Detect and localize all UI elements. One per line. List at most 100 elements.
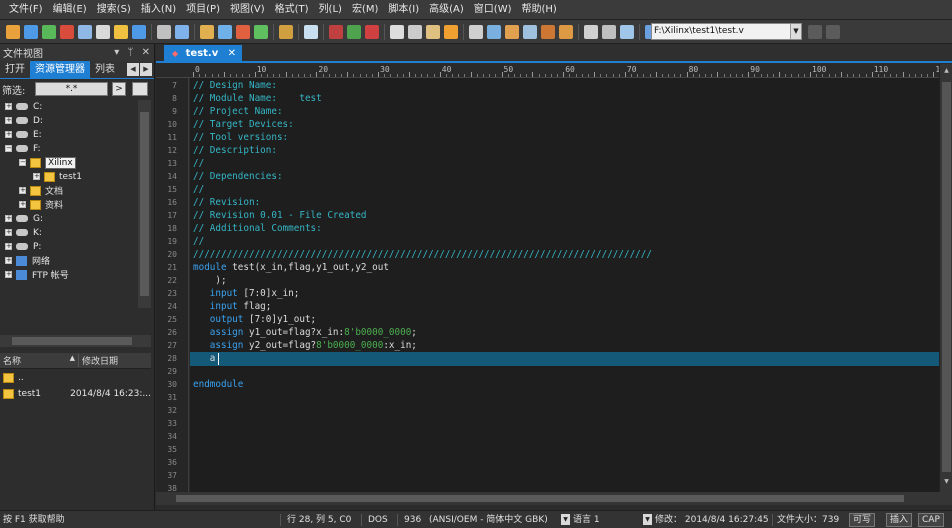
- scroll-up-icon[interactable]: ▲: [942, 67, 951, 76]
- expand-icon[interactable]: +: [19, 187, 26, 194]
- tree-item[interactable]: − Xilinx: [19, 156, 76, 169]
- toolbar-button-icon[interactable]: [157, 24, 171, 39]
- list-item[interactable]: ..: [0, 371, 151, 385]
- toolbar-button-icon[interactable]: [390, 24, 404, 39]
- collapse-icon[interactable]: −: [19, 159, 26, 166]
- toolbar-button-icon[interactable]: [444, 24, 458, 39]
- tree-item[interactable]: + G:: [5, 212, 43, 225]
- tree-vertical-scrollbar[interactable]: [138, 100, 151, 308]
- tab-test-v[interactable]: ◆ test.v ✕: [164, 45, 242, 63]
- toolbar-button-icon[interactable]: [200, 24, 214, 39]
- expand-icon[interactable]: +: [5, 131, 12, 138]
- toolbar-button-icon[interactable]: [6, 24, 20, 39]
- panel-menu-icon[interactable]: ▾: [114, 47, 119, 58]
- expand-icon[interactable]: +: [5, 215, 12, 222]
- menu-item-7[interactable]: 列(L): [314, 0, 347, 20]
- expand-icon[interactable]: +: [5, 229, 12, 236]
- toolbar-button-icon[interactable]: [329, 24, 343, 39]
- tab-open[interactable]: 打开: [0, 61, 30, 78]
- menu-item-9[interactable]: 脚本(I): [383, 0, 424, 20]
- tab-list[interactable]: 列表: [90, 61, 120, 78]
- toolbar-button-icon[interactable]: [365, 24, 379, 39]
- toolbar-button-icon[interactable]: [279, 24, 293, 39]
- toolbar-button-icon[interactable]: [132, 24, 146, 39]
- close-icon[interactable]: ✕: [228, 45, 236, 62]
- menu-item-8[interactable]: 宏(M): [347, 0, 383, 20]
- file-path-combo[interactable]: F:\Xilinx\test1\test.v ▼: [651, 23, 802, 40]
- menu-item-5[interactable]: 视图(V): [225, 0, 270, 20]
- toolbar-button-icon[interactable]: [505, 24, 519, 39]
- tree-item[interactable]: + C:: [5, 100, 42, 113]
- editor-horizontal-scrollbar[interactable]: [156, 492, 952, 505]
- status-language[interactable]: 语言 1: [573, 515, 600, 525]
- tree-item[interactable]: + 文档: [19, 184, 63, 197]
- scrollbar-thumb[interactable]: [942, 82, 951, 472]
- editor-vertical-scrollbar[interactable]: ▲ ▼: [939, 64, 952, 492]
- tree-item[interactable]: + E:: [5, 128, 42, 141]
- chevron-down-icon[interactable]: ▼: [790, 24, 801, 39]
- toolbar-button-icon[interactable]: [236, 24, 250, 39]
- scrollbar-thumb[interactable]: [140, 112, 149, 296]
- toolbar-button-icon[interactable]: [218, 24, 232, 39]
- tree-item[interactable]: + K:: [5, 226, 42, 239]
- toolbar-button-icon[interactable]: [523, 24, 537, 39]
- toolbar-button-icon[interactable]: [559, 24, 573, 39]
- status-eol[interactable]: DOS: [368, 511, 388, 528]
- menu-item-3[interactable]: 插入(N): [136, 0, 181, 20]
- toolbar-button-icon[interactable]: [620, 24, 634, 39]
- tree-item[interactable]: + test1: [33, 170, 82, 183]
- toolbar-button-icon[interactable]: [114, 24, 128, 39]
- column-header-name[interactable]: 名称 ▲: [0, 354, 78, 367]
- expand-icon[interactable]: +: [5, 257, 12, 264]
- menu-item-4[interactable]: 项目(P): [181, 0, 225, 20]
- menu-item-6[interactable]: 格式(T): [270, 0, 314, 20]
- toolbar-button-icon[interactable]: [347, 24, 361, 39]
- status-encoding[interactable]: (ANSI/OEM - 简体中文 GBK): [429, 511, 548, 528]
- tree-horizontal-scrollbar[interactable]: [0, 335, 151, 347]
- tab-next-icon[interactable]: ▶: [140, 63, 152, 76]
- list-item[interactable]: test1 2014/8/4 16:23:...: [0, 387, 151, 401]
- menu-item-0[interactable]: 文件(F): [4, 0, 48, 20]
- toolbar-button-icon[interactable]: [826, 25, 840, 39]
- chevron-down-icon[interactable]: ▼: [561, 514, 570, 525]
- code-editor[interactable]: // Design Name: // Module Name: test // Pr…: [190, 78, 939, 492]
- close-icon[interactable]: ✕: [142, 47, 150, 58]
- toolbar-button-icon[interactable]: [541, 24, 555, 39]
- expand-icon[interactable]: +: [19, 201, 26, 208]
- folder-browse-icon[interactable]: [132, 82, 148, 96]
- status-codepage[interactable]: 936: [404, 511, 421, 528]
- toolbar-button-icon[interactable]: [808, 25, 822, 39]
- expand-icon[interactable]: +: [33, 173, 40, 180]
- toolbar-button-icon[interactable]: [254, 24, 268, 39]
- toolbar-button-icon[interactable]: [469, 24, 483, 39]
- scrollbar-thumb[interactable]: [176, 495, 904, 502]
- tree-item[interactable]: + 资料: [19, 198, 63, 211]
- expand-icon[interactable]: +: [5, 271, 12, 278]
- tab-explorer[interactable]: 资源管理器: [30, 61, 90, 78]
- tree-item[interactable]: + P:: [5, 240, 41, 253]
- tab-prev-icon[interactable]: ◀: [127, 63, 139, 76]
- column-header-date[interactable]: 修改日期: [78, 354, 118, 367]
- menu-item-2[interactable]: 搜索(S): [92, 0, 136, 20]
- toolbar-button-icon[interactable]: [408, 24, 422, 39]
- toolbar-button-icon[interactable]: [487, 24, 501, 39]
- toolbar-button-icon[interactable]: [96, 24, 110, 39]
- toolbar-button-icon[interactable]: [42, 24, 56, 39]
- tree-item[interactable]: + D:: [5, 114, 43, 127]
- menu-item-12[interactable]: 帮助(H): [517, 0, 562, 20]
- expand-icon[interactable]: +: [5, 117, 12, 124]
- toolbar-button-icon[interactable]: [60, 24, 74, 39]
- filter-go-button[interactable]: >: [112, 82, 126, 96]
- menu-item-10[interactable]: 高级(A): [424, 0, 469, 20]
- expand-icon[interactable]: +: [5, 103, 12, 110]
- toolbar-button-icon[interactable]: [24, 24, 38, 39]
- collapse-icon[interactable]: −: [5, 145, 12, 152]
- status-writable[interactable]: 可写: [849, 513, 876, 527]
- toolbar-button-icon[interactable]: [602, 24, 616, 39]
- menu-item-11[interactable]: 窗口(W): [469, 0, 517, 20]
- tree-item[interactable]: − F:: [5, 142, 41, 155]
- status-insert-mode[interactable]: 插入: [886, 513, 913, 527]
- expand-icon[interactable]: +: [5, 243, 12, 250]
- tree-item[interactable]: + 网络: [5, 254, 50, 267]
- chevron-down-icon[interactable]: ▼: [643, 514, 652, 525]
